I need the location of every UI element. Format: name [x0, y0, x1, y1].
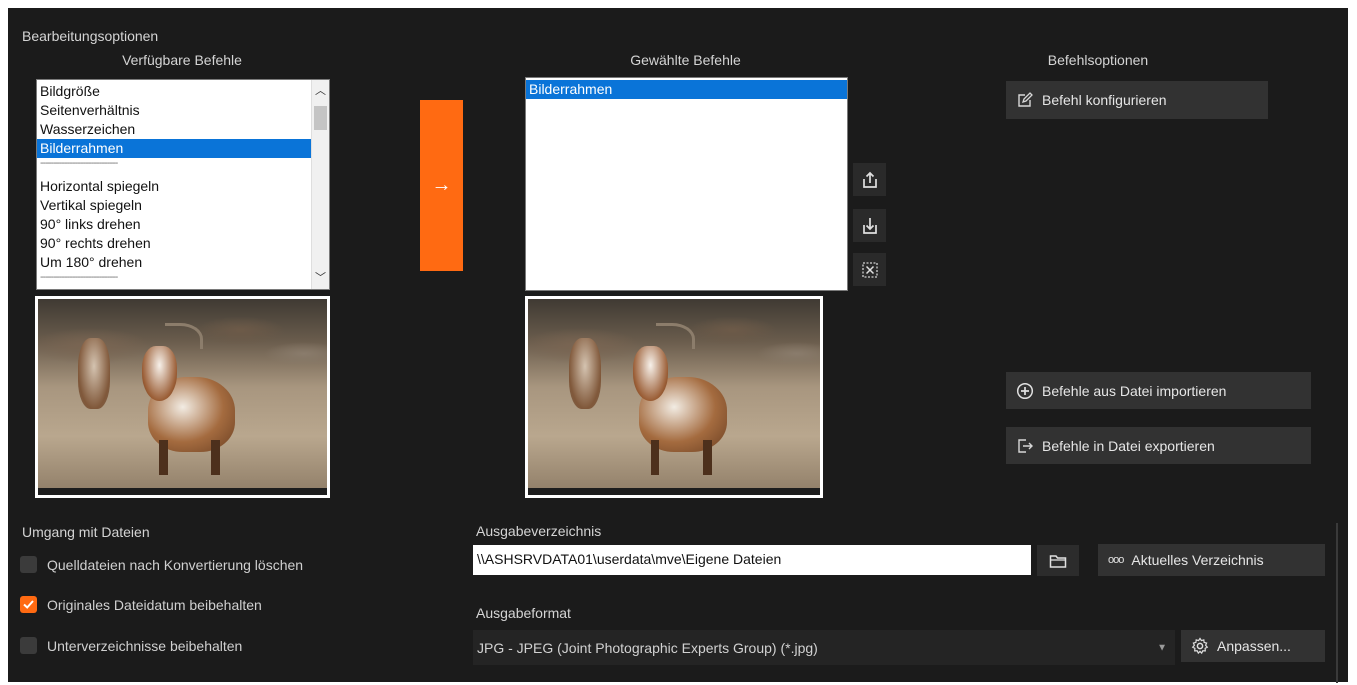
scroll-thumb[interactable] [314, 106, 327, 130]
list-item[interactable]: Horizontal spiegeln [37, 177, 312, 196]
customize-label: Anpassen... [1217, 638, 1291, 654]
list-item[interactable]: Bilderrahmen [37, 139, 312, 158]
chevron-down-icon: ▼ [1157, 642, 1167, 653]
remove-button[interactable] [853, 253, 886, 286]
result-preview-image [525, 296, 823, 498]
file-handling-title: Umgang mit Dateien [22, 524, 150, 540]
list-item[interactable]: 90° links drehen [37, 215, 312, 234]
list-scrollbar[interactable]: ︿ ﹀ [311, 80, 329, 289]
command-options-title: Befehlsoptionen [1047, 52, 1149, 68]
list-separator: ----------------------------- [40, 158, 118, 169]
customize-button[interactable]: Anpassen... [1181, 630, 1325, 662]
list-item[interactable]: Um 180° drehen [37, 253, 312, 272]
folder-icon [1049, 554, 1067, 568]
export-commands-button[interactable]: Befehle in Datei exportieren [1006, 427, 1311, 464]
import-commands-button[interactable]: Befehle aus Datei importieren [1006, 372, 1311, 409]
checkmark-icon [23, 600, 34, 609]
checkbox-row[interactable]: Unterverzeichnisse beibehalten [20, 637, 242, 654]
remove-icon [861, 261, 878, 278]
output-directory-title: Ausgabeverzeichnis [476, 523, 602, 539]
move-down-button[interactable] [853, 209, 886, 242]
import-commands-label: Befehle aus Datei importieren [1042, 382, 1227, 399]
checkbox[interactable] [20, 556, 37, 573]
arrow-right-icon: → [431, 174, 452, 196]
checkbox[interactable] [20, 596, 37, 613]
checkbox-label: Originales Dateidatum beibehalten [47, 596, 262, 613]
available-commands-list[interactable]: Bildgröße Seitenverhältnis Wasserzeichen Bi… [36, 79, 330, 290]
output-format-select[interactable]: JPG - JPEG (Joint Photographic Experts G… [473, 630, 1175, 665]
list-item[interactable]: Seitenverhältnis [37, 101, 312, 120]
current-directory-button[interactable]: ooo Aktuelles Verzeichnis [1098, 544, 1325, 576]
list-item[interactable]: Bilderrahmen [526, 80, 847, 99]
available-commands-title: Verfügbare Befehle [122, 52, 242, 68]
more-dots-icon: ooo [1108, 554, 1124, 566]
checkbox[interactable] [20, 637, 37, 654]
batch-edit-panel: Bearbeitungsoptionen Verfügbare Befehle … [8, 8, 1348, 683]
output-format-title: Ausgabeformat [476, 605, 571, 621]
move-down-icon [862, 217, 877, 234]
selected-commands-title: Gewählte Befehle [630, 52, 741, 68]
list-separator: ----------------------------- [40, 272, 118, 283]
export-icon [1016, 437, 1034, 455]
scroll-up-icon[interactable]: ︿ [312, 82, 329, 100]
list-item[interactable]: Bildgröße [37, 82, 312, 101]
list-item[interactable]: Wasserzeichen [37, 120, 312, 139]
move-up-button[interactable] [853, 163, 886, 196]
checkbox-label: Quelldateien nach Konvertierung löschen [47, 556, 304, 573]
vertical-divider [1336, 523, 1338, 683]
add-command-button[interactable]: → [420, 100, 463, 271]
configure-command-button[interactable]: Befehl konfigurieren [1006, 81, 1268, 119]
export-commands-label: Befehle in Datei exportieren [1042, 437, 1215, 454]
output-format-value: JPG - JPEG (Joint Photographic Experts G… [477, 639, 818, 656]
gear-icon [1191, 637, 1209, 655]
selected-commands-list[interactable]: Bilderrahmen [525, 77, 848, 291]
browse-folder-button[interactable] [1037, 545, 1079, 576]
list-item[interactable]: 90° rechts drehen [37, 234, 312, 253]
add-circle-icon [1016, 382, 1034, 400]
move-up-icon [862, 171, 877, 188]
checkbox-row[interactable]: Originales Dateidatum beibehalten [20, 596, 262, 613]
checkbox-row[interactable]: Quelldateien nach Konvertierung löschen [20, 556, 303, 573]
scroll-down-icon[interactable]: ﹀ [312, 269, 329, 287]
list-item[interactable]: Vertikal spiegeln [37, 196, 312, 215]
edit-icon [1016, 91, 1034, 109]
output-directory-input[interactable]: \\ASHSRVDATA01\userdata\mve\Eigene Datei… [473, 545, 1031, 575]
checkbox-label: Unterverzeichnisse beibehalten [47, 637, 243, 654]
section-title: Bearbeitungsoptionen [22, 28, 159, 44]
configure-command-label: Befehl konfigurieren [1042, 92, 1167, 108]
current-directory-label: Aktuelles Verzeichnis [1131, 552, 1264, 568]
source-preview-image [35, 296, 330, 498]
